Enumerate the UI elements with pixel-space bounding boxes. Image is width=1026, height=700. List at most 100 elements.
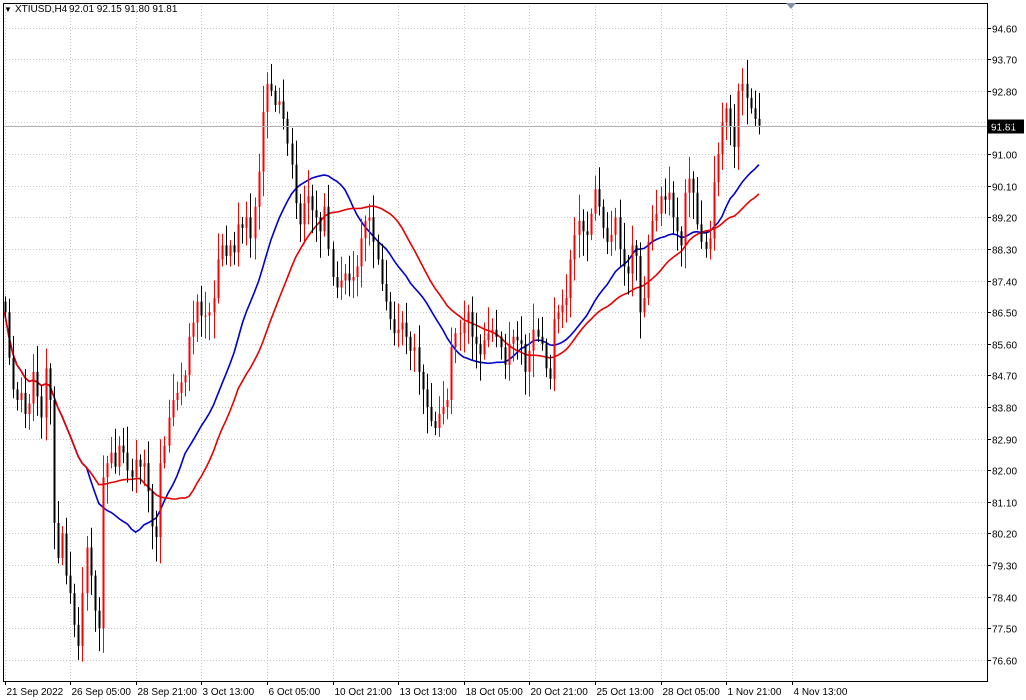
candle-body-up xyxy=(459,333,462,335)
candle-body-up xyxy=(721,122,724,155)
candle-body-down xyxy=(606,227,609,242)
candle-body-up xyxy=(192,322,195,337)
candle-body-down xyxy=(541,336,544,344)
time-tick-label: 20 Oct 21:00 xyxy=(531,687,589,698)
candle-body-up xyxy=(217,259,220,299)
candle-body-down xyxy=(729,108,732,126)
candle-body-down xyxy=(151,491,154,527)
price-tick-label: 88.30 xyxy=(992,246,1017,257)
candle-body-down xyxy=(602,206,605,228)
candle-body-up xyxy=(610,234,613,242)
candle-body-up xyxy=(413,347,416,351)
price-tick-label: 81.10 xyxy=(992,499,1017,510)
candle-body-up xyxy=(28,403,31,415)
price-tick-label: 87.40 xyxy=(992,278,1017,289)
candle-body-up xyxy=(204,315,207,317)
candle-body-down xyxy=(274,90,277,105)
candle-body-up xyxy=(237,224,240,253)
time-axis[interactable]: 21 Sep 2022 26 Sep 05:00 28 Sep 21:00 3 Oct… xyxy=(5,681,848,698)
candle-body-up xyxy=(32,371,35,404)
candle-body-down xyxy=(495,329,498,337)
candle-body-up xyxy=(725,108,728,123)
candle-body-up xyxy=(278,101,281,105)
time-tick-label: 28 Oct 05:00 xyxy=(663,687,721,698)
price-axis[interactable]: 94.60 93.70 92.80 91.90 91.00 90.10 89.20 88.30… xyxy=(987,25,1017,668)
candle-body-down xyxy=(36,371,39,397)
candle-body-up xyxy=(143,463,146,467)
candle-body-down xyxy=(53,399,56,523)
chart-header: ▼ XTIUSD,H4 92.01 92.15 91.80 91.81 xyxy=(4,4,178,15)
candle-body-down xyxy=(372,217,375,242)
time-tick-label: 13 Oct 13:00 xyxy=(400,687,458,698)
candle-body-up xyxy=(352,277,355,281)
candle-body-down xyxy=(696,192,699,225)
candle-body-up xyxy=(401,322,404,330)
candle-body-down xyxy=(225,245,228,256)
candle-body-down xyxy=(672,192,675,218)
time-tick-label: 6 Oct 05:00 xyxy=(269,687,321,698)
candle-body-down xyxy=(549,368,552,379)
candle-body-down xyxy=(385,284,388,302)
candle-body-up xyxy=(717,154,720,183)
time-tick-label: 3 Oct 13:00 xyxy=(203,687,255,698)
candle-body-up xyxy=(221,245,224,260)
candle-body-up xyxy=(180,382,183,393)
candle-body-up xyxy=(565,298,568,306)
menu-arrow-icon[interactable]: ▼ xyxy=(4,5,12,14)
candle-body-up xyxy=(614,217,617,235)
price-tick-label: 84.70 xyxy=(992,372,1017,383)
current-price-line: 91.81 xyxy=(3,119,1024,134)
candle-body-down xyxy=(680,231,683,246)
candle-body-down xyxy=(434,421,437,429)
candle-body-up xyxy=(159,463,162,537)
price-tick-label: 89.20 xyxy=(992,214,1017,225)
candle-body-down xyxy=(516,336,519,341)
candle-body-up xyxy=(229,245,232,256)
candle-body-down xyxy=(635,245,638,256)
candle-body-down xyxy=(627,266,630,274)
price-tick-label: 90.10 xyxy=(992,183,1017,194)
candle-body-up xyxy=(184,375,187,383)
candle-body-up xyxy=(442,406,445,415)
price-tick-label: 79.30 xyxy=(992,562,1017,573)
candle-body-up xyxy=(487,333,490,341)
price-tick-label: 77.50 xyxy=(992,625,1017,636)
candle-body-up xyxy=(594,189,597,214)
candle-body-down xyxy=(249,217,252,239)
candle-body-up xyxy=(450,347,453,400)
candle-body-down xyxy=(4,301,7,313)
price-tick-label: 82.90 xyxy=(992,436,1017,447)
candle-body-up xyxy=(356,266,359,278)
candle-body-up xyxy=(561,305,564,313)
candle-body-up xyxy=(446,399,449,407)
chart-frame xyxy=(3,3,988,682)
candle-body-up xyxy=(463,322,466,334)
candle-body-up xyxy=(573,234,576,260)
candle-body-down xyxy=(405,322,408,337)
ohlc-readout: 92.01 92.15 91.80 91.81 xyxy=(69,4,178,15)
price-tick-label: 86.50 xyxy=(992,309,1017,320)
candle-body-up xyxy=(45,368,48,418)
candle-body-down xyxy=(582,220,585,232)
candle-body-up xyxy=(578,220,581,235)
candle-body-up xyxy=(213,298,216,313)
candle-body-up xyxy=(553,319,556,379)
candle-body-down xyxy=(315,210,318,218)
price-tick-label: 91.90 xyxy=(992,119,1017,130)
candle-body-down xyxy=(200,301,203,316)
candle-body-up xyxy=(344,273,347,281)
candlesticks xyxy=(4,59,761,662)
candle-body-up xyxy=(245,217,248,228)
shift-triangle[interactable] xyxy=(786,3,796,9)
candle-body-up xyxy=(262,111,265,172)
candle-body-down xyxy=(418,347,421,372)
moving-average-line xyxy=(3,193,760,500)
candle-body-down xyxy=(500,336,503,348)
candle-body-down xyxy=(114,452,117,467)
chart-shift-marker-icon[interactable] xyxy=(786,3,796,9)
candle-body-down xyxy=(598,189,601,207)
price-chart[interactable]: 91.81 94.60 93.70 92.80 91.90 91.00 90.10 89.2… xyxy=(0,0,1026,700)
candle-body-up xyxy=(647,241,650,299)
price-tick-label: 76.60 xyxy=(992,657,1017,668)
candle-body-down xyxy=(471,312,474,337)
